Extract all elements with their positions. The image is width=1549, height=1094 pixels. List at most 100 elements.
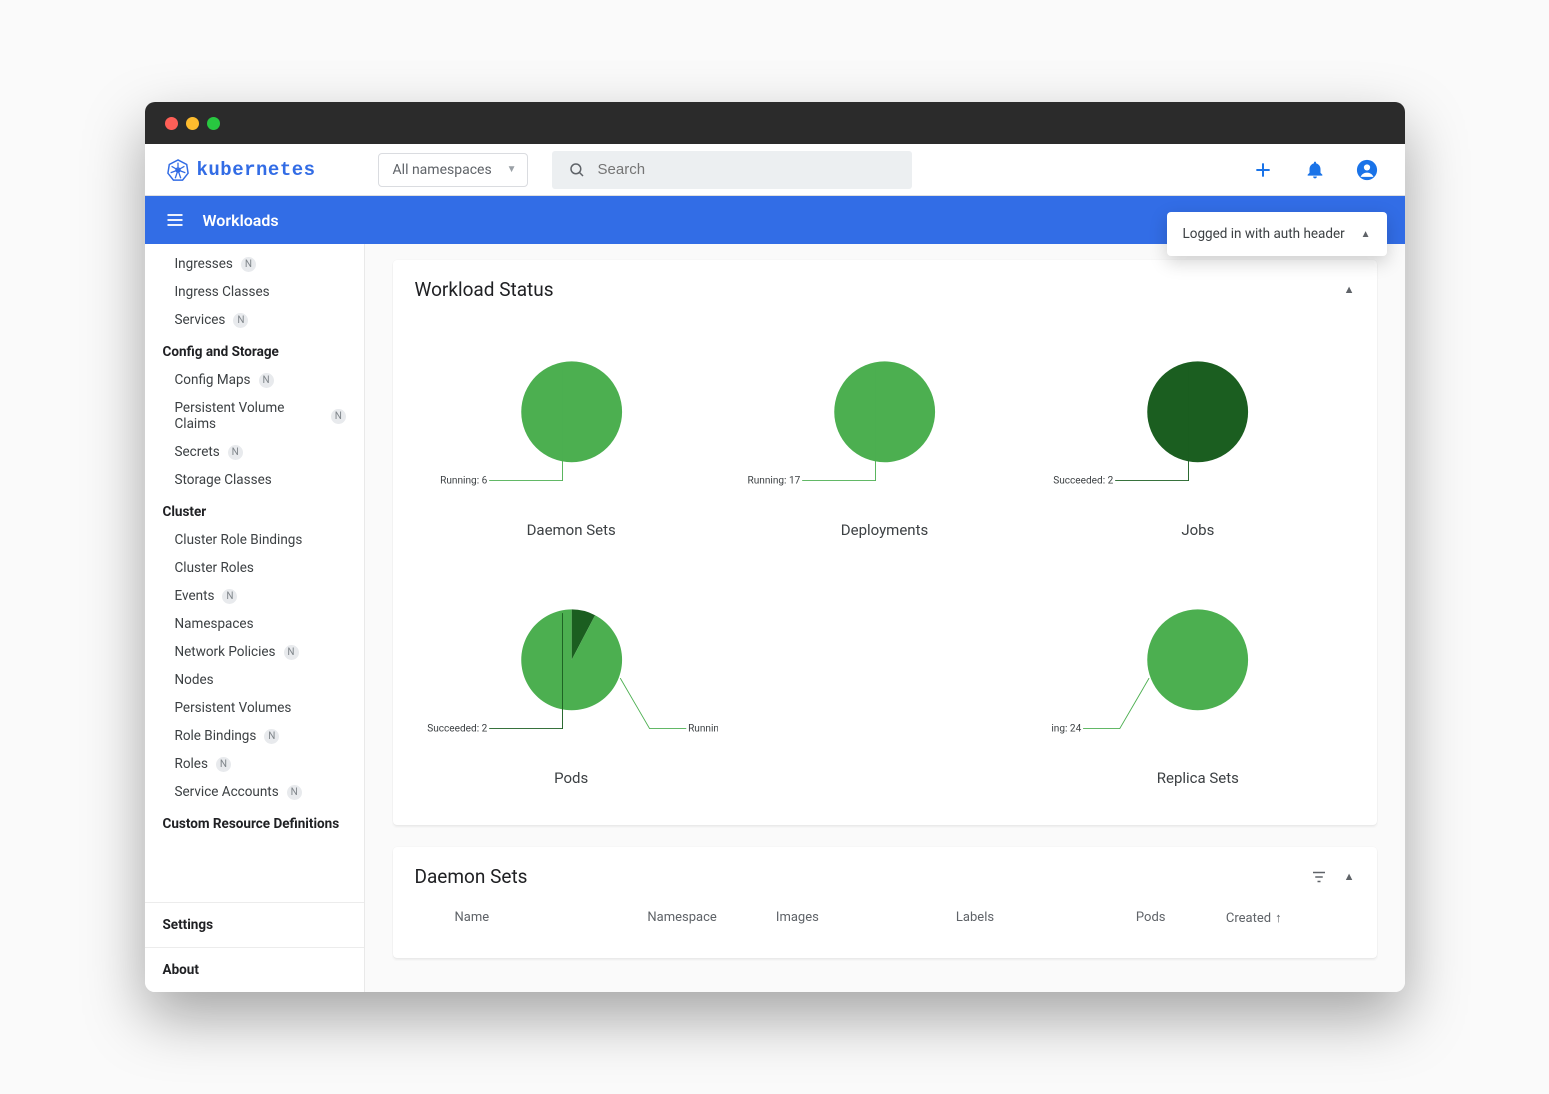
- filter-icon[interactable]: [1310, 868, 1328, 886]
- svg-text:Running: 17: Running: 17: [747, 475, 800, 486]
- namespace-selector-label: All namespaces: [393, 162, 492, 178]
- namespace-badge-icon: N: [331, 409, 345, 424]
- column-header-images[interactable]: Images: [776, 910, 956, 926]
- sidebar-item-config-maps[interactable]: Config Maps N: [145, 366, 364, 394]
- sidebar-item-label: Storage Classes: [175, 472, 272, 488]
- chart-title: Jobs: [1181, 521, 1214, 539]
- sidebar-section-config-and-storage[interactable]: Config and Storage: [145, 334, 364, 366]
- chart-title: Pods: [554, 769, 588, 787]
- sidebar-item-storage-classes[interactable]: Storage Classes: [145, 466, 364, 494]
- namespace-badge-icon: N: [222, 589, 237, 604]
- collapse-card-button[interactable]: ▲: [1344, 283, 1355, 296]
- sidebar-item-cluster-role-bindings[interactable]: Cluster Role Bindings: [145, 526, 364, 554]
- namespace-badge-icon: N: [216, 757, 231, 772]
- sidebar-item-cluster-roles[interactable]: Cluster Roles: [145, 554, 364, 582]
- pie-chart-icon: Succeeded: 2: [1051, 341, 1344, 501]
- search-bar[interactable]: [552, 151, 912, 189]
- namespace-badge-icon: N: [264, 729, 279, 744]
- account-popover-text: Logged in with auth header: [1183, 226, 1345, 242]
- search-input[interactable]: [598, 161, 896, 178]
- namespace-badge-icon: N: [287, 785, 302, 800]
- sidebar-item-events[interactable]: EventsN: [145, 582, 364, 610]
- app-window: kubernetes All namespaces ▼: [145, 102, 1405, 992]
- namespace-badge-icon: N: [284, 645, 299, 660]
- column-header-select: [415, 910, 455, 926]
- sidebar-item-nodes[interactable]: Nodes: [145, 666, 364, 694]
- svg-text:Succeeded: 2: Succeeded: 2: [427, 723, 487, 734]
- sidebar-item-label: Role Bindings: [175, 728, 257, 744]
- close-window-icon[interactable]: [165, 117, 178, 130]
- svg-text:Running: 24: Running: 24: [1051, 723, 1082, 734]
- sidebar-item-secrets[interactable]: SecretsN: [145, 438, 364, 466]
- daemon-sets-card: Daemon Sets ▲ NameNamespaceImagesLabelsP…: [393, 847, 1377, 958]
- sidebar-item-network-policies[interactable]: Network Policies N: [145, 638, 364, 666]
- chart-title: Deployments: [841, 521, 928, 539]
- sidebar-section-custom-resource-definitions[interactable]: Custom Resource Definitions: [145, 806, 364, 838]
- workload-charts-grid: Running: 6Daemon Sets Running: 17 Deployme…: [415, 331, 1355, 797]
- menu-toggle-button[interactable]: [165, 210, 185, 230]
- daemon-sets-table-header: NameNamespaceImagesLabelsPodsCreated↑: [415, 902, 1355, 930]
- sidebar-item-label: Network Policies: [175, 644, 276, 660]
- sidebar-item-label: Config Maps: [175, 372, 251, 388]
- brand-name: kubernetes: [197, 159, 316, 181]
- sidebar-footer-about[interactable]: About: [145, 947, 364, 992]
- pie-chart-icon: Running: 6: [425, 341, 718, 501]
- sidebar-item-ingresses[interactable]: IngressesN: [145, 250, 364, 278]
- sidebar-item-label: Service Accounts: [175, 784, 279, 800]
- page-title: Workloads: [203, 211, 279, 230]
- sidebar-item-persistent-volumes[interactable]: Persistent Volumes: [145, 694, 364, 722]
- brand: kubernetes: [167, 159, 316, 181]
- sidebar-item-label: Cluster Role Bindings: [175, 532, 303, 548]
- pie-chart-icon: Running: 24: [1051, 589, 1344, 749]
- sidebar-item-label: Nodes: [175, 672, 214, 688]
- collapse-table-button[interactable]: ▲: [1344, 870, 1355, 883]
- sidebar-item-namespaces[interactable]: Namespaces: [145, 610, 364, 638]
- svg-text:Running: 6: Running: 6: [440, 475, 488, 486]
- daemon-sets-title: Daemon Sets: [415, 865, 528, 888]
- sidebar-item-label: Secrets: [175, 444, 220, 460]
- namespace-badge-icon: N: [241, 257, 256, 272]
- kubernetes-logo-icon: [167, 159, 189, 181]
- svg-text:Running: 24: Running: 24: [688, 723, 718, 734]
- sidebar-item-service-accounts[interactable]: Service Accounts N: [145, 778, 364, 806]
- sidebar: IngressesNIngress ClassesServicesNConfig…: [145, 244, 365, 992]
- workload-chart-jobs: Succeeded: 2 Jobs: [1051, 341, 1344, 539]
- sidebar-item-label: Cluster Roles: [175, 560, 254, 576]
- pie-chart-icon: Succeeded: 2 Running: 24: [425, 589, 718, 749]
- sidebar-item-role-bindings[interactable]: Role Bindings N: [145, 722, 364, 750]
- minimize-window-icon[interactable]: [186, 117, 199, 130]
- create-button[interactable]: [1243, 150, 1283, 190]
- macos-titlebar: [145, 102, 1405, 144]
- sidebar-footer-settings[interactable]: Settings: [145, 902, 364, 947]
- column-header-created[interactable]: Created↑: [1226, 910, 1355, 926]
- account-button[interactable]: [1347, 150, 1387, 190]
- namespace-badge-icon: N: [259, 373, 274, 388]
- sidebar-section-cluster[interactable]: Cluster: [145, 494, 364, 526]
- sidebar-item-label: Roles: [175, 756, 208, 772]
- maximize-window-icon[interactable]: [207, 117, 220, 130]
- account-popover: Logged in with auth header ▲: [1167, 212, 1387, 256]
- sidebar-item-ingress-classes[interactable]: Ingress Classes: [145, 278, 364, 306]
- main-content: Workload Status ▲ Running: 6Daemon SetsR…: [365, 244, 1405, 992]
- workload-chart-daemon-sets: Running: 6Daemon Sets: [425, 341, 718, 539]
- column-header-name[interactable]: Name: [455, 910, 648, 926]
- account-popover-collapse-button[interactable]: ▲: [1361, 229, 1371, 240]
- pie-chart-icon: Running: 17: [738, 341, 1031, 501]
- column-header-namespace[interactable]: Namespace: [647, 910, 776, 926]
- sidebar-item-label: Namespaces: [175, 616, 254, 632]
- sidebar-item-services[interactable]: ServicesN: [145, 306, 364, 334]
- column-header-pods[interactable]: Pods: [1136, 910, 1226, 926]
- sort-asc-icon: ↑: [1275, 910, 1282, 926]
- workload-status-card: Workload Status ▲ Running: 6Daemon SetsR…: [393, 260, 1377, 825]
- chart-title: Replica Sets: [1157, 769, 1239, 787]
- sidebar-item-roles[interactable]: Roles N: [145, 750, 364, 778]
- svg-text:Succeeded: 2: Succeeded: 2: [1053, 475, 1113, 486]
- namespace-badge-icon: N: [233, 313, 248, 328]
- sidebar-item-persistent-volume-claims[interactable]: Persistent Volume ClaimsN: [145, 394, 364, 438]
- namespace-selector[interactable]: All namespaces ▼: [378, 153, 528, 187]
- column-header-labels[interactable]: Labels: [956, 910, 1136, 926]
- sidebar-item-label: Persistent Volumes: [175, 700, 292, 716]
- notifications-button[interactable]: [1295, 150, 1335, 190]
- chevron-down-icon: ▼: [507, 164, 517, 175]
- workload-chart-deployments: Running: 17 Deployments: [738, 341, 1031, 539]
